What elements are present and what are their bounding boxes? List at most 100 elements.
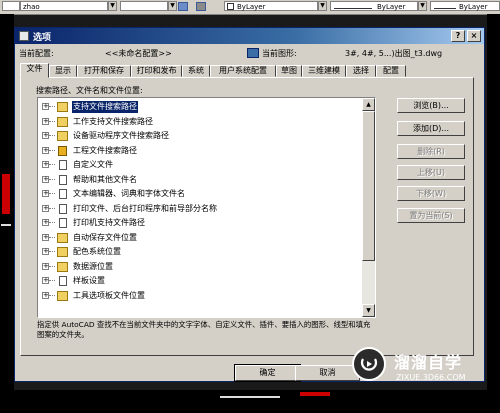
- move-up-button[interactable]: 上移(U): [397, 165, 465, 180]
- lineweight-combo[interactable]: ByLayer: [430, 1, 500, 11]
- linetype-combo[interactable]: ByLayer: [330, 1, 418, 11]
- tree-item-label: 样板设置: [73, 276, 105, 285]
- toolbar-combo-dropdown[interactable]: ▼: [168, 1, 177, 11]
- tab-profiles[interactable]: 配置: [376, 65, 406, 77]
- tab-user-preferences[interactable]: 用户系统配置: [210, 65, 276, 77]
- close-button[interactable]: ×: [467, 30, 481, 42]
- toolbar-combo[interactable]: [120, 1, 168, 11]
- tree-connector: [49, 294, 55, 296]
- expand-icon[interactable]: +: [42, 219, 49, 226]
- tree-item[interactable]: + 样板设置: [38, 274, 362, 288]
- expand-icon[interactable]: +: [42, 146, 49, 154]
- current-drawing-label: 当前图形:: [262, 49, 297, 58]
- tree-scrollbar[interactable]: ▲ ▼: [362, 98, 375, 317]
- tree-connector: [49, 265, 55, 267]
- cancel-button[interactable]: 取消: [295, 365, 360, 381]
- expand-icon[interactable]: +: [42, 233, 49, 241]
- user-field[interactable]: zhao: [20, 1, 108, 11]
- expand-icon[interactable]: +: [42, 161, 49, 168]
- expand-icon[interactable]: +: [42, 204, 49, 212]
- tree-item[interactable]: + 文本编辑器、词典和字体文件名: [38, 187, 362, 201]
- expand-icon[interactable]: +: [42, 248, 49, 255]
- tree-item-label: 打印机支持文件路径: [73, 218, 145, 227]
- tab-open-save[interactable]: 打开和保存: [77, 65, 131, 77]
- watermark-logo-icon: [352, 347, 386, 381]
- tree-item[interactable]: + 设备驱动程序文件搜索路径: [38, 129, 362, 143]
- file-icon: [59, 160, 67, 170]
- tab-display[interactable]: 显示: [49, 65, 77, 77]
- tree-item[interactable]: + 配色系统位置: [38, 245, 362, 259]
- expand-icon[interactable]: +: [42, 277, 49, 284]
- tree-item[interactable]: + 自动保存文件位置: [38, 231, 362, 245]
- set-current-button[interactable]: 置为当前(S): [397, 208, 465, 223]
- expand-icon[interactable]: +: [42, 175, 49, 183]
- tree-connector: [49, 207, 55, 209]
- folder-icon: [57, 232, 68, 243]
- tree-item[interactable]: + 工程文件搜索路径: [38, 144, 362, 158]
- tree-item-label: 帮助和其他文件名: [73, 174, 137, 184]
- drawing-icon: [247, 48, 259, 58]
- expand-icon[interactable]: +: [42, 190, 49, 197]
- search-path-tree[interactable]: + 支持文件搜索路径 + 工作支持文件搜索路径 + 设备驱动程序文件搜索路径 + 工程文件搜索…: [37, 97, 376, 318]
- expand-icon[interactable]: +: [42, 117, 49, 125]
- scroll-down-icon[interactable]: ▼: [362, 304, 375, 317]
- linetype-combo-label: ByLayer: [377, 3, 406, 11]
- tree-item-label: 数据源位置: [73, 261, 113, 271]
- search-paths-label: 搜索路径、文件名和文件位置:: [36, 86, 143, 95]
- tree-item[interactable]: + 支持文件搜索路径: [38, 100, 362, 114]
- tree-item[interactable]: + 打印文件、后台打印程序和前导部分名称: [38, 202, 362, 216]
- current-drawing-value: 3#, 4#, 5...)出图_t3.dwg: [345, 49, 443, 58]
- tree-item[interactable]: + 数据源位置: [38, 260, 362, 274]
- expand-icon[interactable]: +: [42, 291, 49, 299]
- options-dialog: 选项 ? × 当前配置: <<未命名配置>> 当前图形: 3#, 4#, 5..…: [14, 27, 485, 382]
- app-icon: [19, 31, 29, 41]
- expand-icon[interactable]: +: [42, 262, 49, 270]
- current-profile-value: <<未命名配置>>: [105, 49, 172, 58]
- add-button[interactable]: 添加(D)...: [397, 121, 465, 136]
- tree-item[interactable]: + 工作支持文件搜索路径: [38, 115, 362, 129]
- lineweight-combo-label: ByLayer: [459, 3, 488, 11]
- cad-geometry: [220, 396, 280, 398]
- tab-drafting[interactable]: 草图: [276, 65, 302, 77]
- cad-canvas-left: [0, 14, 14, 413]
- tab-system[interactable]: 系统: [182, 65, 210, 77]
- linetype-preview-icon: [334, 8, 372, 9]
- tree-item[interactable]: + 工具选项板文件位置: [38, 289, 362, 303]
- remove-button[interactable]: 删除(R): [397, 144, 465, 159]
- tree-connector: [49, 251, 55, 252]
- expand-icon[interactable]: +: [42, 132, 49, 139]
- move-down-button[interactable]: 下移(W): [397, 186, 465, 201]
- tab-selection[interactable]: 选择: [346, 65, 376, 77]
- ok-button[interactable]: 确定: [234, 364, 301, 382]
- folder-icon: [57, 290, 68, 301]
- dialog-title: 选项: [33, 33, 52, 43]
- help-button[interactable]: ?: [451, 30, 465, 42]
- cad-geometry: [300, 392, 330, 396]
- color-combo-dropdown[interactable]: ▼: [318, 1, 327, 11]
- color-combo[interactable]: ByLayer: [224, 1, 318, 11]
- tab-3d-modeling[interactable]: 三维建模: [302, 65, 346, 77]
- watermark-title: 溜溜自学: [394, 353, 463, 372]
- scroll-thumb[interactable]: [362, 111, 375, 261]
- tree-item[interactable]: + 帮助和其他文件名: [38, 173, 362, 187]
- tree-connector: [49, 149, 55, 151]
- layer-match-icon[interactable]: [178, 2, 188, 11]
- linetype-combo-dropdown[interactable]: ▼: [418, 1, 427, 11]
- browse-button[interactable]: 浏览(B)...: [397, 98, 465, 113]
- tree-item[interactable]: + 自定义文件: [38, 158, 362, 172]
- tab-plot-publish[interactable]: 打印和发布: [131, 65, 182, 77]
- file-icon: [59, 276, 67, 286]
- tree-connector: [49, 236, 55, 238]
- tree-item[interactable]: + 打印机支持文件路径: [38, 216, 362, 230]
- scroll-up-icon[interactable]: ▲: [362, 98, 375, 111]
- expand-icon[interactable]: +: [42, 103, 49, 110]
- folder-icon: [57, 102, 68, 112]
- layer-prev-icon[interactable]: [196, 2, 206, 11]
- watermark: 溜溜自学 ZIXUE.3D66.COM: [352, 347, 500, 397]
- toolbar-dropdown-left[interactable]: [2, 1, 20, 11]
- tab-files[interactable]: 文件: [20, 63, 49, 78]
- dialog-titlebar[interactable]: 选项 ? ×: [15, 28, 484, 44]
- user-field-dropdown[interactable]: ▼: [108, 1, 117, 11]
- folder-icon: [57, 116, 68, 127]
- tree-item-label: 设备驱动程序文件搜索路径: [73, 131, 169, 140]
